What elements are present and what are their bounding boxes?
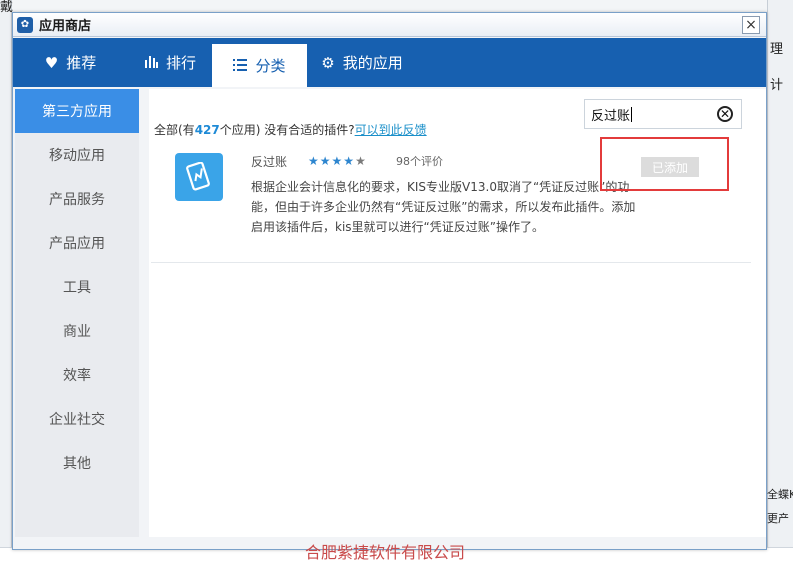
gear-icon: ⚙: [321, 53, 335, 72]
close-button[interactable]: ×: [742, 16, 760, 34]
sidebar-item-efficiency[interactable]: 效率: [15, 353, 139, 397]
tab-category[interactable]: 分类: [212, 44, 307, 87]
app-store-dialog: ✿ 应用商店 × ♥ 推荐 排行 分类 ⚙ 我的应用 第三方应用 移动应用 产品…: [12, 12, 767, 550]
summary-suffix: 个应用) 没有合适的插件?: [219, 123, 355, 137]
dialog-title: 应用商店: [39, 19, 92, 34]
category-sidebar: 第三方应用 移动应用 产品服务 产品应用 工具 商业 效率 企业社交 其他: [15, 89, 139, 537]
sidebar-item-mobile[interactable]: 移动应用: [15, 133, 139, 177]
sidebar-item-tools[interactable]: 工具: [15, 265, 139, 309]
rating-stars: ★★★★★: [308, 154, 367, 168]
app-name: 反过账: [251, 155, 288, 169]
sidebar-item-product-app[interactable]: 产品应用: [15, 221, 139, 265]
review-count: 98个评价: [396, 155, 443, 168]
app-store-icon: ✿: [17, 16, 33, 33]
tab-label: 推荐: [66, 54, 97, 72]
tab-label: 分类: [255, 57, 286, 75]
sidebar-item-third-party[interactable]: 第三方应用: [15, 89, 139, 133]
background-text: 全蝶K: [767, 488, 793, 501]
tab-recommend[interactable]: ♥ 推荐: [13, 38, 128, 87]
star-icon: ★: [331, 154, 344, 168]
bar-chart-icon: [144, 54, 158, 72]
tab-my-apps[interactable]: ⚙ 我的应用: [307, 38, 417, 87]
search-input[interactable]: 反过账 ✕: [584, 99, 742, 129]
background-text: 理: [770, 42, 784, 57]
highlight-annotation: [600, 137, 729, 191]
list-icon: [233, 57, 248, 75]
feedback-link[interactable]: 可以到此反馈: [355, 123, 427, 137]
tab-ranking[interactable]: 排行: [128, 38, 212, 87]
clear-search-icon[interactable]: ✕: [717, 106, 733, 122]
text-caret: [631, 106, 633, 122]
star-icon: ★: [343, 154, 356, 168]
app-count: 427: [194, 123, 220, 137]
background-text: 计: [770, 78, 784, 93]
company-watermark: 合肥紫捷软件有限公司: [305, 543, 466, 561]
star-icon: ★: [308, 154, 320, 168]
sidebar-item-business[interactable]: 商业: [15, 309, 139, 353]
dialog-titlebar: ✿ 应用商店 ×: [13, 13, 766, 37]
star-icon: ★: [355, 154, 367, 168]
summary-prefix: 全部(有: [154, 123, 195, 137]
background-left-panel: [0, 0, 12, 561]
app-description: 根据企业会计信息化的要求，KIS专业版V13.0取消了“凭证反过账”的功能，但由…: [251, 180, 636, 234]
background-text: 更产: [767, 512, 789, 525]
sidebar-item-product-service[interactable]: 产品服务: [15, 177, 139, 221]
app-icon: [175, 153, 223, 201]
app-count-summary: 全部(有427个应用) 没有合适的插件?可以到此反馈: [154, 121, 427, 138]
top-nav: ♥ 推荐 排行 分类 ⚙ 我的应用: [13, 38, 766, 87]
tab-label: 我的应用: [342, 54, 403, 72]
star-icon: ★: [319, 154, 332, 168]
search-value: 反过账: [591, 108, 631, 124]
sidebar-item-other[interactable]: 其他: [15, 441, 139, 485]
heart-icon: ♥: [44, 53, 59, 72]
sidebar-item-enterprise-social[interactable]: 企业社交: [15, 397, 139, 441]
tab-label: 排行: [165, 54, 196, 72]
